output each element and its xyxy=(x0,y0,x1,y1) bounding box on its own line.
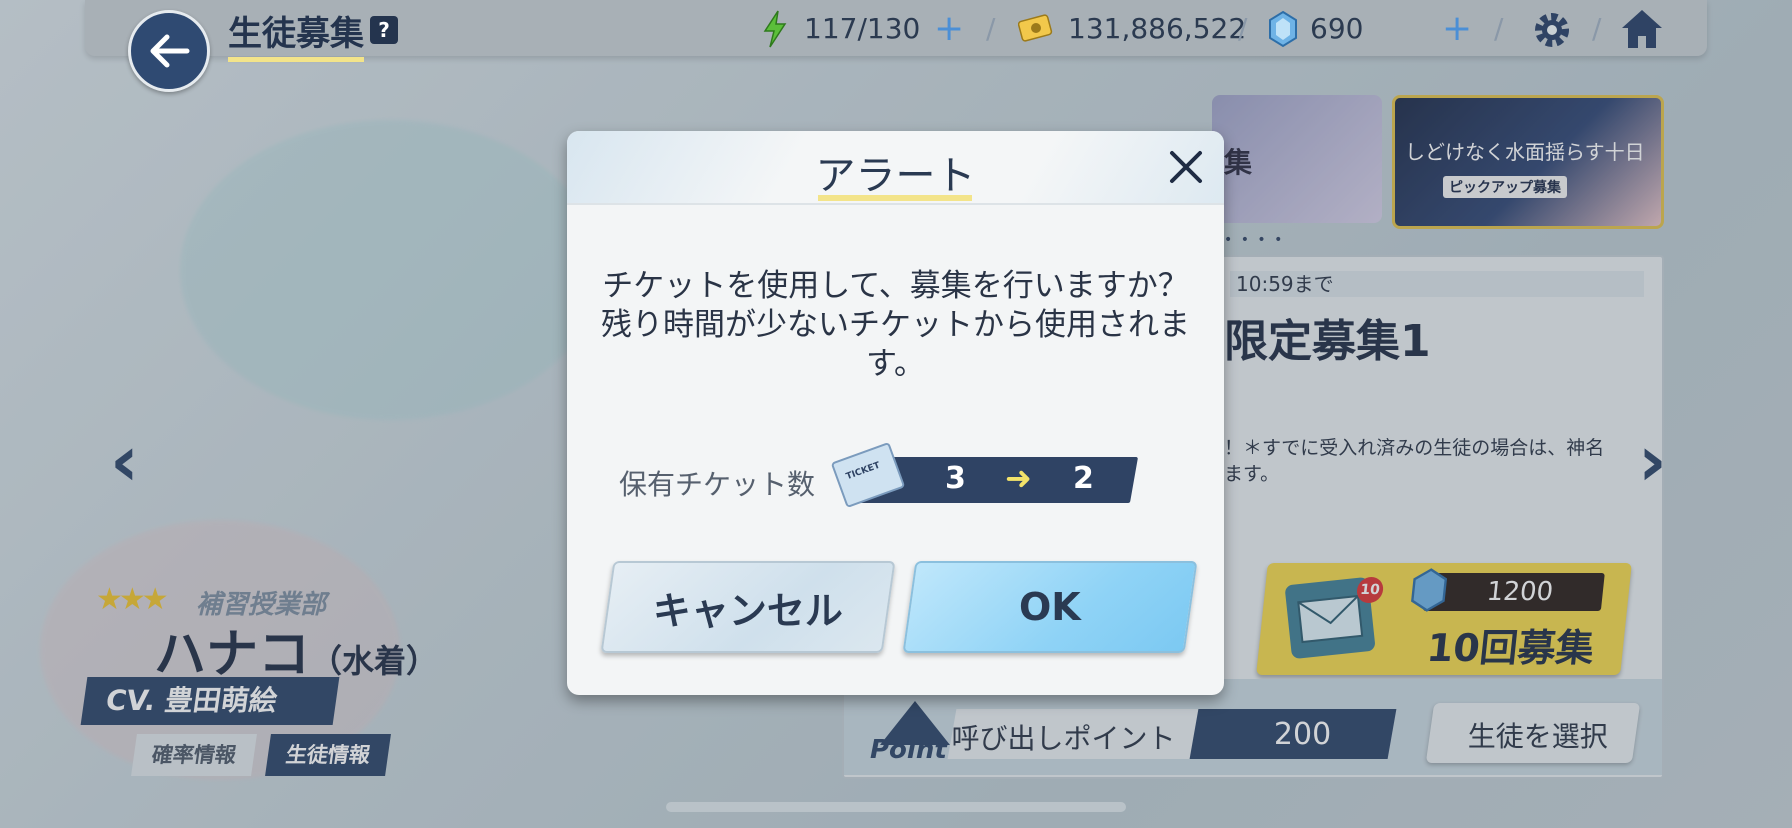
message-line: チケットを使用して、募集を行いますか？ xyxy=(602,268,1189,304)
arrow-right-icon: ➜ xyxy=(1005,459,1032,497)
message-line: す。 xyxy=(866,346,925,382)
home-icon[interactable] xyxy=(1618,6,1666,52)
dialog-title: アラート xyxy=(815,153,976,199)
separator: / xyxy=(1592,12,1602,45)
page-title: 生徒募集 xyxy=(228,6,364,62)
home-indicator[interactable] xyxy=(666,802,1126,812)
ap-count: 117/130 xyxy=(804,12,921,45)
help-button[interactable]: ? xyxy=(370,16,398,44)
ticket-count-label: 保有チケット数 xyxy=(619,468,816,501)
cancel-button[interactable]: キャンセル xyxy=(600,561,896,653)
title-underline xyxy=(818,195,972,201)
add-ap-button[interactable]: + xyxy=(934,8,964,49)
gem-icon xyxy=(1269,10,1297,48)
ok-button[interactable]: OK xyxy=(902,561,1198,653)
ticket-icon-text: TICKET xyxy=(844,460,882,483)
separator: / xyxy=(1494,12,1504,45)
arrow-left-icon xyxy=(150,34,190,68)
ap-icon xyxy=(763,10,787,48)
close-icon[interactable] xyxy=(1166,147,1206,187)
separator: / xyxy=(1238,12,1248,45)
credit-count: 131,886,522 xyxy=(1068,12,1247,45)
dialog-message: チケットを使用して、募集を行いますか？ 残り時間が少ないチケットから使用されま … xyxy=(597,267,1194,384)
add-gems-button[interactable]: + xyxy=(1442,8,1472,49)
ok-label: OK xyxy=(1019,585,1081,629)
back-button[interactable] xyxy=(128,10,210,92)
ticket-count-before: 3 xyxy=(945,461,966,496)
separator: / xyxy=(986,12,996,45)
cancel-label: キャンセル xyxy=(652,588,843,633)
message-line: 残り時間が少ないチケットから使用されま xyxy=(601,307,1190,343)
gem-count: 690 xyxy=(1310,12,1364,45)
ticket-count-after: 2 xyxy=(1073,461,1094,496)
credit-icon xyxy=(1018,14,1053,42)
gear-icon[interactable] xyxy=(1530,8,1574,52)
alert-dialog: アラート チケットを使用して、募集を行いますか？ 残り時間が少ないチケットから使… xyxy=(567,131,1224,695)
